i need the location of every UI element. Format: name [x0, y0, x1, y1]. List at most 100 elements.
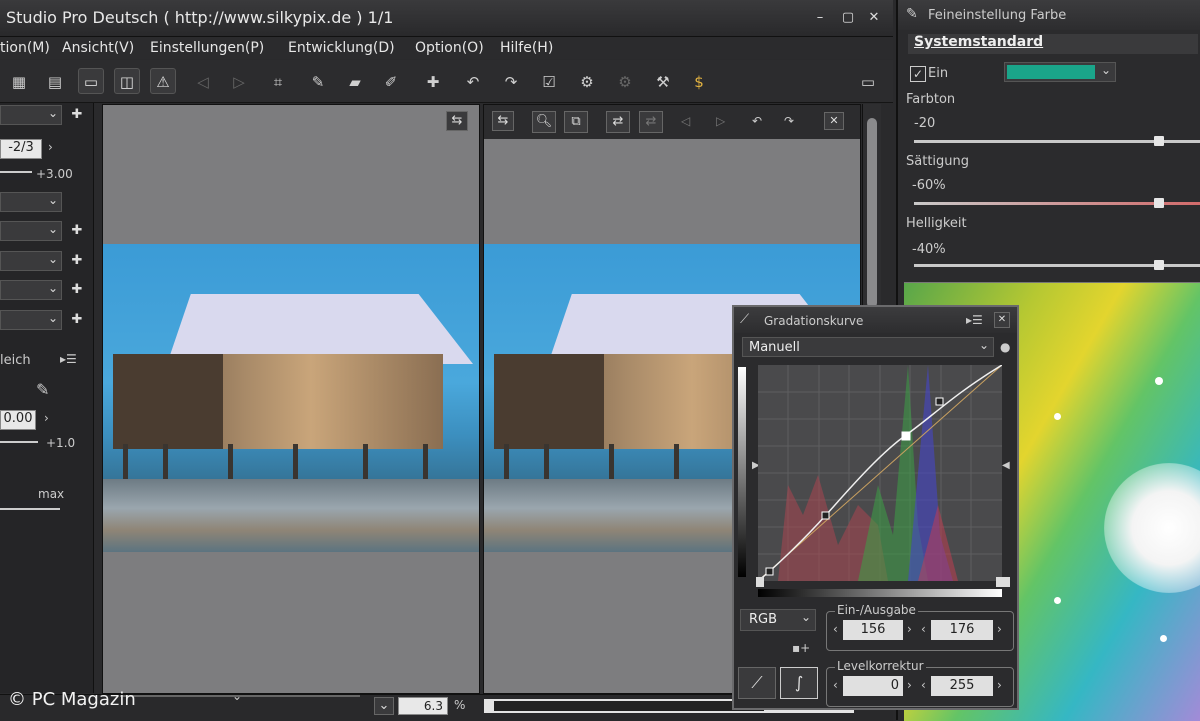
- zoom-field[interactable]: 6.3: [398, 697, 448, 715]
- curve-mode-icon[interactable]: ∫: [780, 667, 818, 699]
- undo-icon[interactable]: ↶: [752, 114, 762, 128]
- ev-step-icon[interactable]: ›: [48, 140, 53, 154]
- input-inc-icon[interactable]: ›: [907, 622, 912, 636]
- minimize-button[interactable]: –: [812, 10, 828, 26]
- curve-graph[interactable]: [758, 365, 1002, 581]
- add-icon[interactable]: ✚: [70, 108, 84, 122]
- level-low-field[interactable]: 0: [843, 676, 903, 696]
- level-high-dec-icon[interactable]: ‹: [921, 678, 926, 692]
- level-low-dec-icon[interactable]: ‹: [833, 678, 838, 692]
- sync-icon[interactable]: ⇄: [606, 111, 630, 133]
- swap-pane-icon[interactable]: ⇆: [446, 111, 468, 131]
- saturation-slider-knob[interactable]: [1154, 198, 1164, 208]
- scrollbar-thumb[interactable]: [867, 118, 877, 308]
- menu-ansicht[interactable]: Ansicht(V): [62, 40, 134, 56]
- filmstrip-icon[interactable]: ▤: [42, 68, 68, 94]
- menu-fotos[interactable]: tion(M): [0, 40, 50, 56]
- fit-icon[interactable]: ⧉: [564, 111, 588, 133]
- preset-row[interactable]: Systemstandard: [908, 34, 1198, 54]
- brush-icon[interactable]: ✐: [378, 68, 404, 94]
- wb-step-icon[interactable]: ›: [44, 411, 49, 425]
- marker-right-icon[interactable]: ◀: [1002, 460, 1010, 471]
- close-icon[interactable]: ✕: [994, 312, 1010, 328]
- white-point-handle[interactable]: [996, 577, 1010, 587]
- close-pane-icon[interactable]: ✕: [824, 112, 844, 130]
- dropper-icon[interactable]: ●: [1000, 340, 1010, 354]
- prev-image-icon[interactable]: ◁: [190, 68, 216, 94]
- line-mode-icon[interactable]: ⟋: [738, 667, 776, 699]
- maximize-button[interactable]: ▢: [840, 10, 856, 26]
- thumbnail-grid-icon[interactable]: ▦: [6, 68, 32, 94]
- wheel-point[interactable]: [1155, 377, 1163, 385]
- menu-hilfe[interactable]: Hilfe(H): [500, 40, 553, 56]
- brightness-slider-knob[interactable]: [1154, 260, 1164, 270]
- prev-icon[interactable]: ◁: [681, 114, 690, 128]
- compare-view-icon[interactable]: ◫: [114, 68, 140, 94]
- close-button[interactable]: ✕: [866, 10, 882, 26]
- level-low-inc-icon[interactable]: ›: [907, 678, 912, 692]
- lock-icon[interactable]: ⇄: [639, 111, 663, 133]
- spot-tool-icon[interactable]: ✚: [420, 68, 446, 94]
- settings-icon[interactable]: ⚙: [574, 68, 600, 94]
- hue-slider-knob[interactable]: [1154, 136, 1164, 146]
- next-icon[interactable]: ▷: [716, 114, 725, 128]
- add-point-icon[interactable]: ▪+: [792, 641, 810, 655]
- wheel-point[interactable]: [1054, 597, 1061, 604]
- coin-icon[interactable]: $: [686, 68, 712, 94]
- noise-dropdown[interactable]: ⌄: [0, 310, 62, 330]
- zoom-dropdown[interactable]: ⌄: [374, 697, 394, 715]
- wb-slider[interactable]: [0, 441, 38, 443]
- crop-icon[interactable]: ⌗: [265, 68, 291, 94]
- eyedropper-icon-left[interactable]: ✎: [36, 380, 49, 399]
- menu-option[interactable]: Option(O): [415, 40, 484, 56]
- wb-dropdown[interactable]: ⌄: [0, 221, 62, 241]
- color-dropdown[interactable]: ⌄: [0, 251, 62, 271]
- input-field[interactable]: 156: [843, 620, 903, 640]
- add-icon-2[interactable]: ✚: [70, 224, 84, 238]
- panel-menu-icon[interactable]: ▸☰: [60, 352, 77, 366]
- warning-icon[interactable]: ⚠: [150, 68, 176, 94]
- add-icon-3[interactable]: ✚: [70, 254, 84, 268]
- color-select[interactable]: ⌄: [1004, 62, 1116, 82]
- wheel-point[interactable]: [1054, 413, 1061, 420]
- preset-dropdown[interactable]: ⌄: [0, 105, 62, 125]
- add-icon-4[interactable]: ✚: [70, 283, 84, 297]
- single-view-icon[interactable]: ▭: [78, 68, 104, 94]
- check-icon[interactable]: ☑: [536, 68, 562, 94]
- rotate-right-icon[interactable]: ↷: [498, 68, 524, 94]
- swap-icon[interactable]: ⇆: [492, 111, 514, 131]
- ev-slider[interactable]: [0, 171, 32, 173]
- zoom-icon[interactable]: 🔍︎: [532, 111, 556, 133]
- redo-icon[interactable]: ↷: [784, 114, 794, 128]
- wb-field[interactable]: 0.00: [0, 410, 36, 430]
- rotate-left-icon[interactable]: ↶: [460, 68, 486, 94]
- h-scrollbar-thumb[interactable]: [494, 701, 764, 711]
- title-bar: Studio Pro Deutsch ( http://www.silkypix…: [0, 0, 893, 37]
- output-field[interactable]: 176: [931, 620, 993, 640]
- display-icon[interactable]: ▭: [852, 68, 884, 94]
- output-dec-icon[interactable]: ‹: [921, 622, 926, 636]
- black-point-handle[interactable]: [756, 577, 764, 587]
- batch-icon[interactable]: ⚙: [612, 68, 638, 94]
- output-inc-icon[interactable]: ›: [997, 622, 1002, 636]
- enable-checkbox[interactable]: ✓: [910, 66, 926, 82]
- input-dec-icon[interactable]: ‹: [833, 622, 838, 636]
- channel-dropdown[interactable]: RGB ⌄: [740, 609, 816, 631]
- eyedropper-icon[interactable]: ✎: [305, 68, 331, 94]
- ev-field[interactable]: -2/3: [0, 139, 42, 159]
- develop-icon[interactable]: ⚒: [650, 68, 676, 94]
- menu-entwicklung[interactable]: Entwicklung(D): [288, 40, 395, 56]
- wheel-point[interactable]: [1160, 635, 1167, 642]
- tone-dropdown[interactable]: ⌄: [0, 192, 62, 212]
- scroll-down-icon[interactable]: ⌄: [232, 689, 242, 703]
- strength-slider[interactable]: [0, 508, 60, 510]
- next-image-icon[interactable]: ▷: [226, 68, 252, 94]
- sharp-dropdown[interactable]: ⌄: [0, 280, 62, 300]
- curve-mode-dropdown[interactable]: Manuell ⌄: [742, 337, 994, 357]
- panel-menu-icon[interactable]: ▸☰: [966, 313, 983, 327]
- eraser-icon[interactable]: ▰: [342, 68, 368, 94]
- menu-einstellungen[interactable]: Einstellungen(P): [150, 40, 264, 56]
- add-icon-5[interactable]: ✚: [70, 313, 84, 327]
- level-high-field[interactable]: 255: [931, 676, 993, 696]
- level-high-inc-icon[interactable]: ›: [997, 678, 1002, 692]
